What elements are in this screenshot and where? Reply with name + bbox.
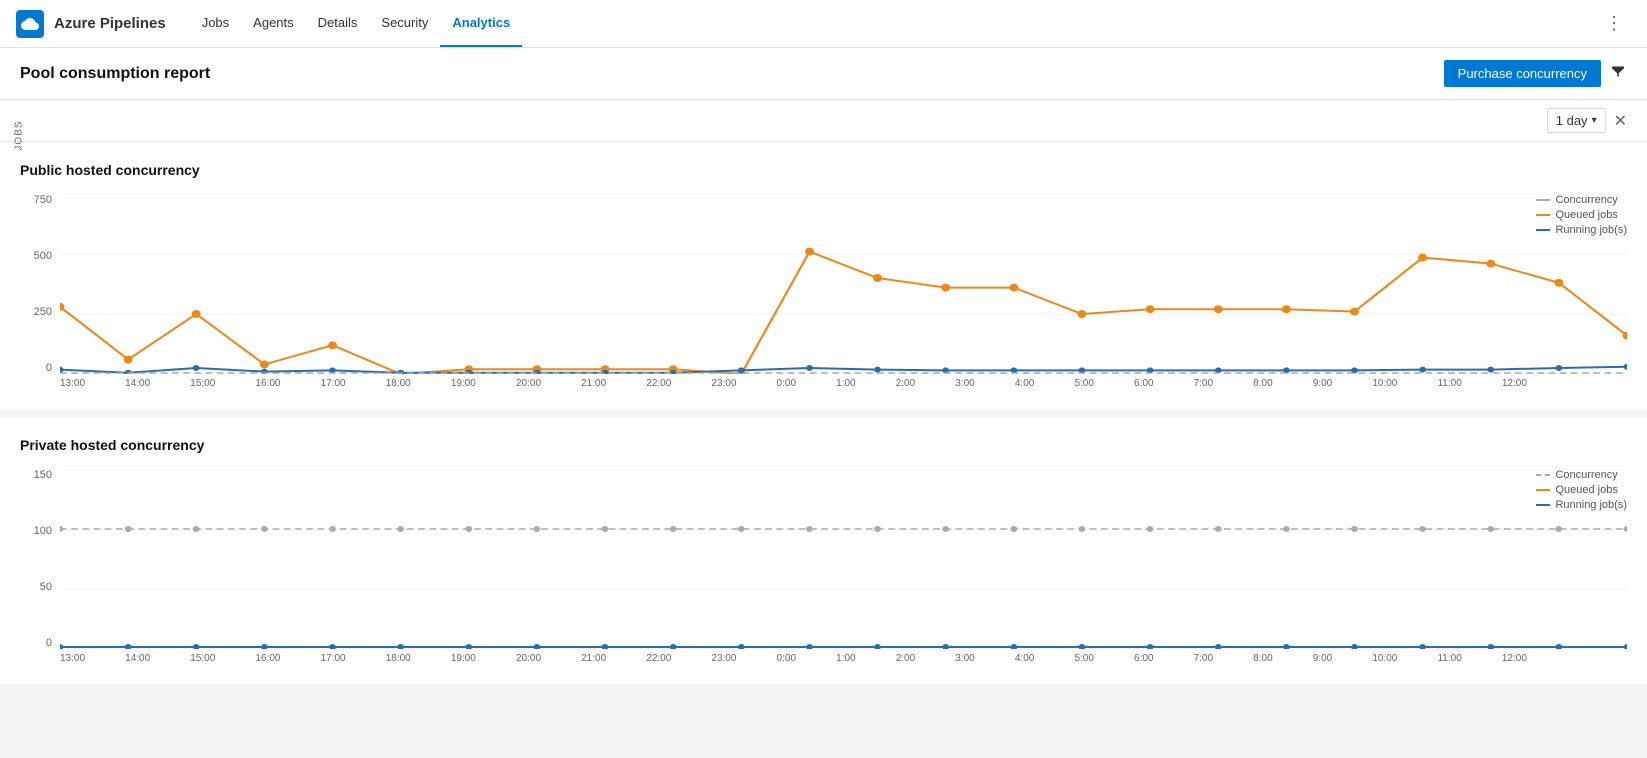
private-legend-running: Running job(s) (1536, 499, 1627, 511)
public-concurrency-section: Public hosted concurrency 750 500 250 0 (0, 142, 1647, 409)
public-chart-svg (60, 194, 1627, 374)
public-y-label: JOBS (14, 120, 25, 150)
app-header: Azure Pipelines Jobs Agents Details Secu… (0, 0, 1647, 48)
page-title: Pool consumption report (20, 65, 210, 83)
y-tick-500: 500 (34, 250, 52, 262)
private-concurrency-label: Concurrency (1555, 469, 1617, 481)
filter-button[interactable] (1609, 62, 1627, 85)
y-tick-750: 750 (34, 194, 52, 206)
nav-item-agents[interactable]: Agents (241, 0, 305, 47)
running-label: Running job(s) (1555, 224, 1627, 236)
more-options-button[interactable]: ⋮ (1597, 9, 1631, 38)
close-filter-button[interactable]: ✕ (1614, 111, 1627, 131)
private-x-axis: 13:00 14:00 15:00 16:00 17:00 18:00 19:0… (60, 649, 1627, 664)
private-running-legend-line (1536, 504, 1550, 506)
y-tick-150: 150 (34, 469, 52, 481)
purchase-concurrency-button[interactable]: Purchase concurrency (1444, 60, 1601, 87)
public-chart-legend: Concurrency Queued jobs Running job(s) (1536, 194, 1627, 236)
cloud-icon (21, 15, 39, 33)
legend-queued: Queued jobs (1536, 209, 1627, 221)
y-tick-0: 0 (46, 362, 52, 374)
y-tick-50: 50 (40, 581, 52, 593)
nav-item-details[interactable]: Details (306, 0, 370, 47)
y-tick-100: 100 (34, 525, 52, 537)
queued-legend-line (1536, 214, 1550, 216)
day-range-select[interactable]: 1 day ▾ (1547, 108, 1606, 133)
app-title: Azure Pipelines (54, 15, 166, 32)
filter-bar: 1 day ▾ ✕ (0, 100, 1647, 142)
private-queued-legend-line (1536, 489, 1550, 491)
private-chart-svg (60, 469, 1627, 649)
y-tick-250: 250 (34, 306, 52, 318)
page-header: Pool consumption report Purchase concurr… (0, 48, 1647, 100)
main-nav: Jobs Agents Details Security Analytics (190, 0, 522, 47)
nav-item-security[interactable]: Security (369, 0, 440, 47)
app-logo (16, 10, 44, 38)
header-right: ⋮ (1597, 9, 1631, 38)
private-chart-title: Private hosted concurrency (20, 437, 1627, 453)
filter-icon (1609, 62, 1627, 80)
private-running-label: Running job(s) (1555, 499, 1627, 511)
y-tick-0-priv: 0 (46, 637, 52, 649)
private-queued-label: Queued jobs (1555, 484, 1617, 496)
private-legend-concurrency: Concurrency (1536, 469, 1627, 481)
main-content: Public hosted concurrency 750 500 250 0 (0, 142, 1647, 684)
day-range-label: 1 day (1556, 113, 1588, 128)
private-chart-legend: Concurrency Queued jobs Running job(s) (1536, 469, 1627, 511)
legend-concurrency: Concurrency (1536, 194, 1627, 206)
public-chart-title: Public hosted concurrency (20, 162, 1627, 178)
legend-running: Running job(s) (1536, 224, 1627, 236)
concurrency-label: Concurrency (1555, 194, 1617, 206)
chevron-down-icon: ▾ (1592, 115, 1597, 126)
private-concurrency-section: Private hosted concurrency 150 100 50 0 (0, 417, 1647, 684)
header-actions: Purchase concurrency (1444, 60, 1627, 87)
private-concurrency-legend-line (1536, 474, 1550, 476)
queued-label: Queued jobs (1555, 209, 1617, 221)
private-legend-queued: Queued jobs (1536, 484, 1627, 496)
public-x-axis: 13:00 14:00 15:00 16:00 17:00 18:00 19:0… (60, 374, 1627, 389)
running-legend-line (1536, 229, 1550, 231)
concurrency-legend-line (1536, 199, 1550, 201)
nav-item-analytics[interactable]: Analytics (440, 0, 522, 47)
nav-item-jobs[interactable]: Jobs (190, 0, 241, 47)
